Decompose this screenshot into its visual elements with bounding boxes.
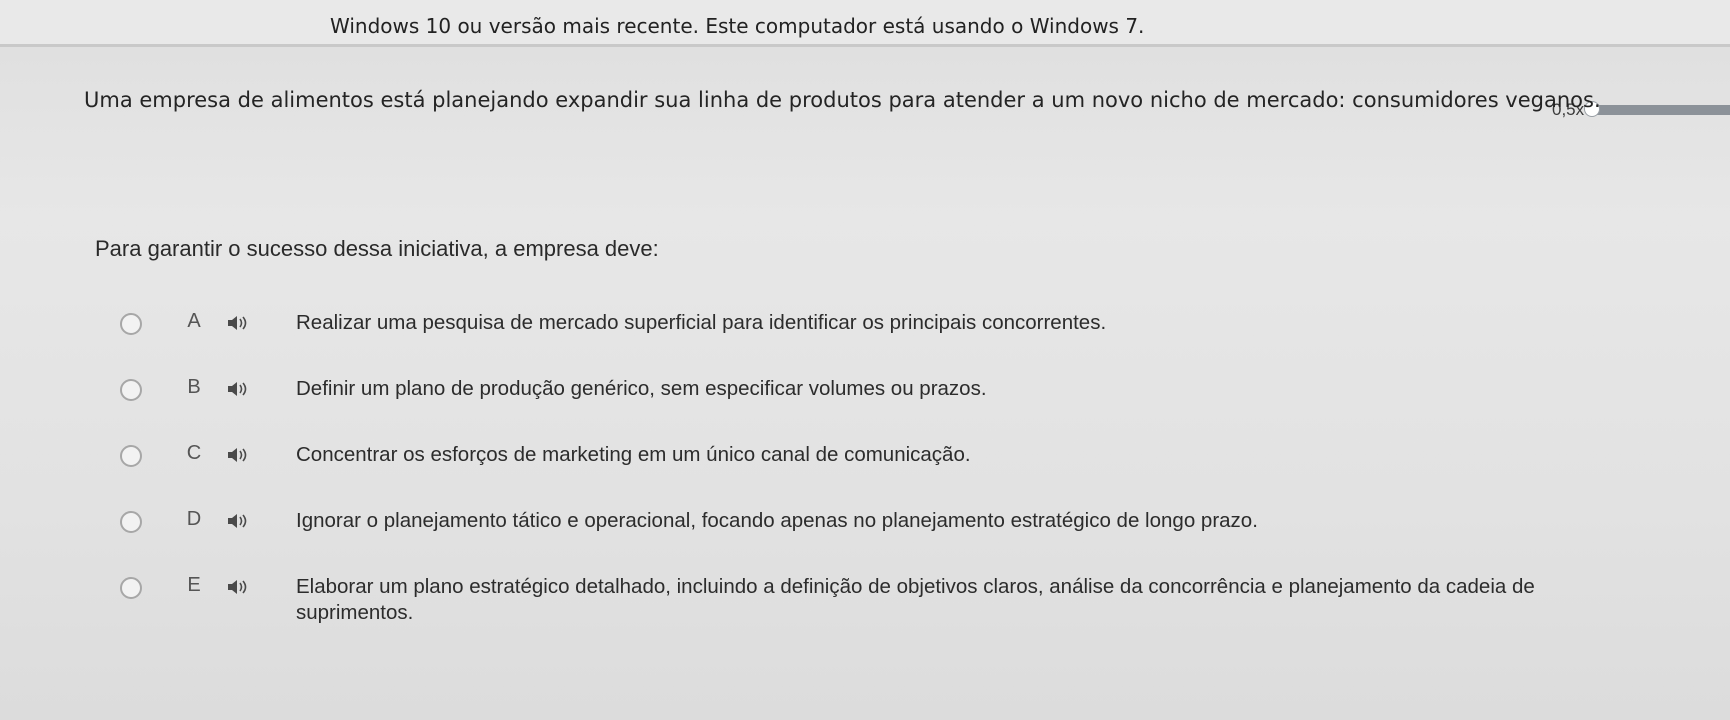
question-prompt: Para garantir o sucesso dessa iniciativa… [95, 236, 659, 261]
option-b[interactable]: B Definir um plano de produção genérico,… [120, 376, 1710, 442]
option-a[interactable]: A Realizar uma pesquisa de mercado super… [120, 310, 1710, 376]
radio-button[interactable] [120, 379, 142, 401]
option-letter: A [187, 310, 201, 332]
option-d[interactable]: D Ignorar o planejamento tático e operac… [120, 508, 1710, 574]
option-letter: D [186, 508, 202, 530]
browser-warning-text: Windows 10 ou versão mais recente. Este … [330, 14, 1145, 38]
speaker-icon[interactable] [226, 512, 266, 535]
option-letter: E [187, 574, 201, 596]
speaker-icon[interactable] [226, 446, 266, 469]
option-text: Elaborar um plano estratégico detalhado,… [296, 575, 1535, 624]
speaker-icon[interactable] [226, 380, 266, 403]
radio-button[interactable] [120, 445, 142, 467]
radio-button[interactable] [120, 577, 142, 599]
question-statement: Uma empresa de alimentos está planejando… [84, 88, 1601, 112]
option-text: Definir um plano de produção genérico, s… [296, 377, 987, 400]
option-letter: B [187, 376, 201, 398]
option-c[interactable]: C Concentrar os esforços de marketing em… [120, 442, 1710, 508]
banner-divider [0, 44, 1730, 47]
option-text: Concentrar os esforços de marketing em u… [296, 443, 971, 466]
option-text: Ignorar o planejamento tático e operacio… [296, 509, 1258, 532]
option-text: Realizar uma pesquisa de mercado superfi… [296, 311, 1107, 334]
answer-options: A Realizar uma pesquisa de mercado super… [120, 310, 1710, 640]
radio-button[interactable] [120, 313, 142, 335]
speaker-icon[interactable] [226, 578, 266, 601]
radio-button[interactable] [120, 511, 142, 533]
speaker-icon[interactable] [226, 314, 266, 337]
option-letter: C [186, 442, 202, 464]
option-e[interactable]: E Elaborar um plano estratégico detalhad… [120, 574, 1710, 640]
browser-warning-banner: Windows 10 ou versão mais recente. Este … [0, 0, 1730, 44]
